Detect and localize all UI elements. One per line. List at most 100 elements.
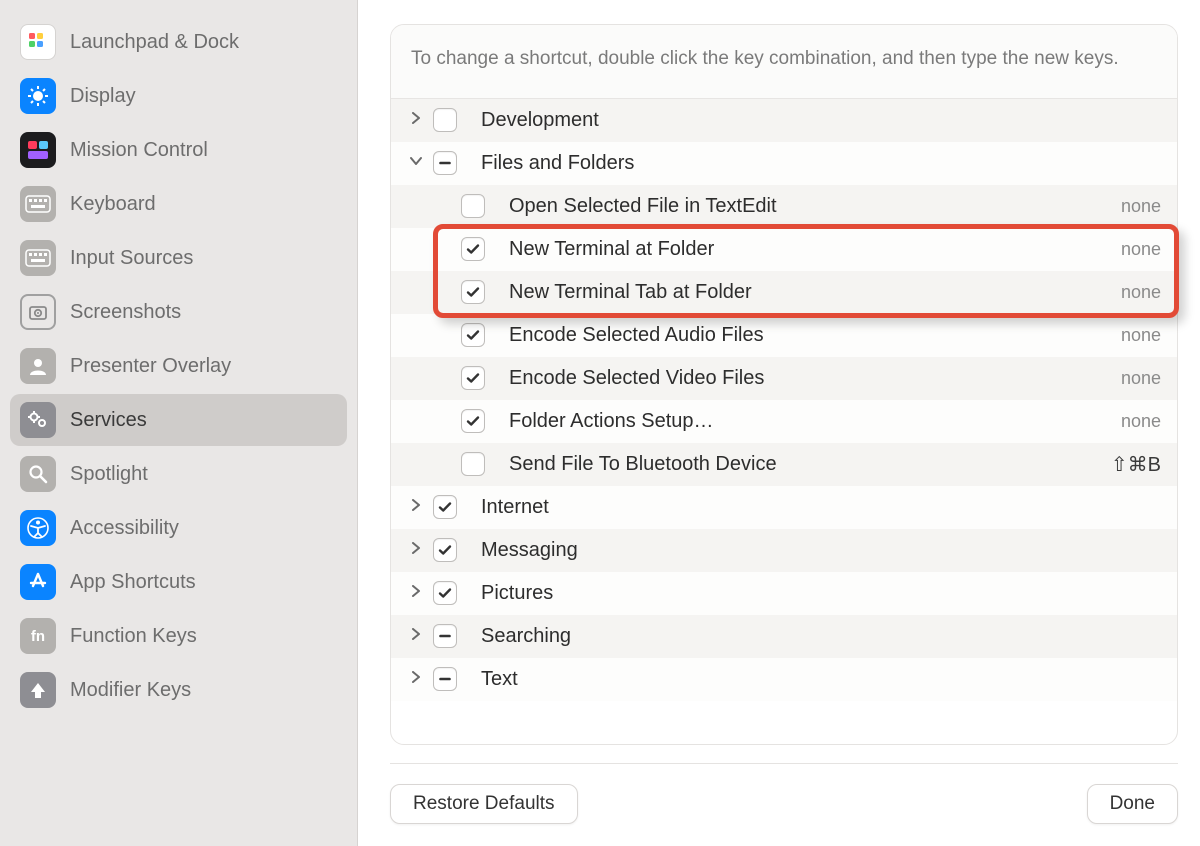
sidebar-item-spotlight[interactable]: Spotlight [10, 448, 347, 500]
category-row-internet[interactable]: Internet [391, 486, 1177, 529]
done-button[interactable]: Done [1087, 784, 1178, 824]
category-row-development[interactable]: Development [391, 99, 1177, 142]
checkbox[interactable] [433, 581, 457, 605]
row-label: Pictures [481, 582, 1161, 605]
appstore-icon [20, 564, 56, 600]
checkbox[interactable] [461, 194, 485, 218]
checkbox[interactable] [461, 409, 485, 433]
sidebar: Launchpad & Dock Display Mission Control Ke… [0, 0, 358, 846]
row-label: Messaging [481, 539, 1161, 562]
service-row-send-file-to-bluetooth-device[interactable]: Send File To Bluetooth Device⇧⌘B [391, 443, 1177, 486]
sidebar-item-label: Input Sources [70, 247, 193, 270]
sidebar-item-function-keys[interactable]: fn Function Keys [10, 610, 347, 662]
checkbox[interactable] [433, 624, 457, 648]
chevron-right-icon[interactable] [405, 498, 427, 516]
category-row-files-and-folders[interactable]: Files and Folders [391, 142, 1177, 185]
sidebar-item-services[interactable]: Services [10, 394, 347, 446]
chevron-right-icon[interactable] [405, 670, 427, 688]
service-row-new-terminal-tab-at-folder[interactable]: New Terminal Tab at Foldernone [391, 271, 1177, 314]
sidebar-item-label: Keyboard [70, 193, 156, 216]
sidebar-item-launchpad-dock[interactable]: Launchpad & Dock [10, 16, 347, 68]
sidebar-item-label: Spotlight [70, 463, 148, 486]
sidebar-item-label: Accessibility [70, 517, 179, 540]
sidebar-item-label: Presenter Overlay [70, 355, 231, 378]
sidebar-item-label: Services [70, 409, 147, 432]
sidebar-item-label: Launchpad & Dock [70, 31, 239, 54]
fn-icon: fn [20, 618, 56, 654]
checkbox[interactable] [433, 667, 457, 691]
camera-icon [20, 294, 56, 330]
sidebar-item-modifier-keys[interactable]: Modifier Keys [10, 664, 347, 716]
row-label: Development [481, 109, 1161, 132]
gears-icon [20, 402, 56, 438]
sidebar-item-label: Display [70, 85, 136, 108]
keyboard-icon [20, 240, 56, 276]
category-row-searching[interactable]: Searching [391, 615, 1177, 658]
shortcut-value[interactable]: none [1121, 325, 1161, 346]
restore-defaults-button[interactable]: Restore Defaults [390, 784, 578, 824]
shortcut-value[interactable]: none [1121, 196, 1161, 217]
services-panel: To change a shortcut, double click the k… [390, 24, 1178, 745]
service-row-encode-selected-audio-files[interactable]: Encode Selected Audio Filesnone [391, 314, 1177, 357]
row-label: Internet [481, 496, 1161, 519]
service-row-new-terminal-at-folder[interactable]: New Terminal at Foldernone [391, 228, 1177, 271]
checkbox[interactable] [461, 237, 485, 261]
sidebar-item-label: Mission Control [70, 139, 208, 162]
chevron-down-icon[interactable] [405, 154, 427, 172]
search-icon [20, 456, 56, 492]
checkbox[interactable] [461, 323, 485, 347]
row-label: Text [481, 668, 1161, 691]
sidebar-item-keyboard[interactable]: Keyboard [10, 178, 347, 230]
chevron-right-icon[interactable] [405, 627, 427, 645]
row-label: Files and Folders [481, 152, 1161, 175]
shortcut-value[interactable]: none [1121, 411, 1161, 432]
sidebar-item-label: Screenshots [70, 301, 181, 324]
checkbox[interactable] [433, 108, 457, 132]
instructions-text: To change a shortcut, double click the k… [391, 25, 1177, 99]
row-label: New Terminal at Folder [509, 238, 1121, 261]
person-icon [20, 348, 56, 384]
sidebar-item-mission-control[interactable]: Mission Control [10, 124, 347, 176]
sidebar-item-app-shortcuts[interactable]: App Shortcuts [10, 556, 347, 608]
sidebar-item-display[interactable]: Display [10, 70, 347, 122]
sidebar-item-presenter-overlay[interactable]: Presenter Overlay [10, 340, 347, 392]
service-row-open-selected-file-in-textedit[interactable]: Open Selected File in TextEditnone [391, 185, 1177, 228]
row-label: New Terminal Tab at Folder [509, 281, 1121, 304]
checkbox[interactable] [461, 366, 485, 390]
checkbox[interactable] [433, 538, 457, 562]
sidebar-item-accessibility[interactable]: Accessibility [10, 502, 347, 554]
checkbox[interactable] [433, 495, 457, 519]
category-row-text[interactable]: Text [391, 658, 1177, 701]
shortcut-value[interactable]: ⇧⌘B [1111, 452, 1161, 477]
sidebar-item-input-sources[interactable]: Input Sources [10, 232, 347, 284]
keyboard-icon [20, 186, 56, 222]
category-row-messaging[interactable]: Messaging [391, 529, 1177, 572]
checkbox[interactable] [461, 452, 485, 476]
chevron-right-icon[interactable] [405, 541, 427, 559]
mission-icon [20, 132, 56, 168]
shortcut-value[interactable]: none [1121, 282, 1161, 303]
sidebar-item-label: Function Keys [70, 625, 197, 648]
uparrow-icon [20, 672, 56, 708]
chevron-right-icon[interactable] [405, 584, 427, 602]
services-list: Development Files and Folders Open Selecte… [391, 99, 1177, 745]
service-row-folder-actions-setup-[interactable]: Folder Actions Setup…none [391, 400, 1177, 443]
row-label: Open Selected File in TextEdit [509, 195, 1121, 218]
checkbox[interactable] [461, 280, 485, 304]
accessibility-icon [20, 510, 56, 546]
launchpad-icon [20, 24, 56, 60]
checkbox[interactable] [433, 151, 457, 175]
row-label: Searching [481, 625, 1161, 648]
sidebar-item-screenshots[interactable]: Screenshots [10, 286, 347, 338]
sidebar-item-label: Modifier Keys [70, 679, 191, 702]
row-label: Encode Selected Audio Files [509, 324, 1121, 347]
row-label: Encode Selected Video Files [509, 367, 1121, 390]
chevron-right-icon[interactable] [405, 111, 427, 129]
row-label: Send File To Bluetooth Device [509, 453, 1111, 476]
footer: Restore Defaults Done [358, 764, 1200, 846]
service-row-encode-selected-video-files[interactable]: Encode Selected Video Filesnone [391, 357, 1177, 400]
shortcut-value[interactable]: none [1121, 368, 1161, 389]
category-row-pictures[interactable]: Pictures [391, 572, 1177, 615]
sidebar-item-label: App Shortcuts [70, 571, 196, 594]
shortcut-value[interactable]: none [1121, 239, 1161, 260]
